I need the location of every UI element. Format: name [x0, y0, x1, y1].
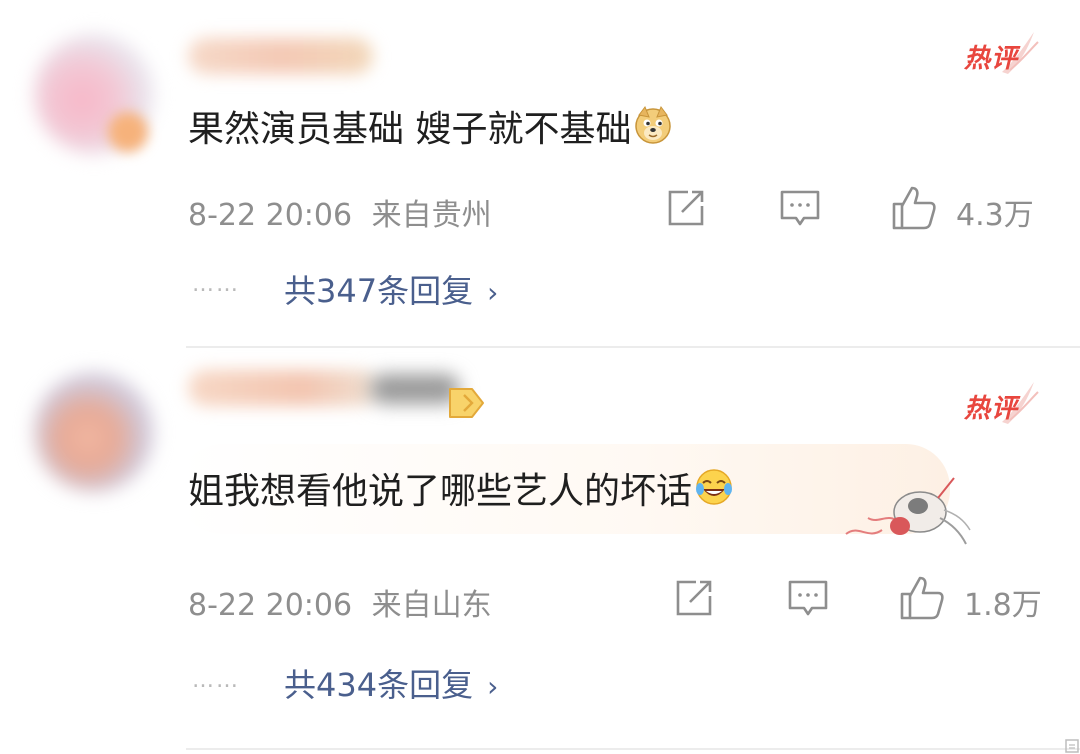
comment-icon[interactable]	[786, 576, 830, 620]
reply-dots: ……	[192, 272, 240, 297]
hot-label: 热评	[964, 44, 1019, 74]
cat-decoration-icon	[845, 477, 971, 545]
chevron-right-icon: ›	[487, 670, 499, 703]
view-replies-link[interactable]: 共434条回复 ›	[284, 660, 498, 706]
username-blurred[interactable]	[188, 38, 373, 74]
watermark-icon	[1065, 739, 1079, 753]
avatar[interactable]	[34, 372, 154, 492]
comment-time: 8-22 20:06	[188, 588, 353, 623]
replies-label: 共434条回复	[284, 666, 474, 704]
comment-text-content: 姐我想看他说了哪些艺人的坏话	[188, 471, 693, 512]
comment-text-content: 果然演员基础 嫂子就不基础	[188, 109, 632, 150]
share-icon[interactable]	[672, 576, 716, 620]
comment-meta: 8-22 20:06 来自贵州	[188, 190, 492, 234]
hot-label: 热评	[964, 394, 1019, 424]
comment-card: 热评 果然演员基础 嫂子就不基础 8-22 20:06 来自贵州 4.3万 ………	[0, 0, 1080, 346]
laugh-tears-emoji-icon	[696, 469, 733, 505]
replies-label: 共347条回复	[284, 272, 474, 310]
like-count: 4.3万	[956, 198, 1034, 233]
thumbs-up-icon[interactable]	[898, 574, 946, 622]
comment-card: 热评 姐我想看他说了哪些艺人的坏话 8-22 20:06 来自山东 1.8万 ……	[0, 348, 1080, 754]
comment-meta: 8-22 20:06 来自山东	[188, 580, 492, 624]
comment-text: 果然演员基础 嫂子就不基础	[188, 100, 673, 152]
username-blurred[interactable]	[188, 370, 378, 406]
hot-comment-tag: 热评	[962, 378, 1042, 428]
username-suffix-blurred	[370, 374, 460, 404]
comment-location: 来自山东	[371, 588, 492, 623]
thumbs-up-icon[interactable]	[890, 184, 938, 232]
like-count: 1.8万	[964, 588, 1042, 623]
share-icon[interactable]	[664, 186, 708, 230]
comment-icon[interactable]	[778, 186, 822, 230]
chevron-right-icon: ›	[487, 276, 499, 309]
comment-divider	[186, 748, 1080, 750]
comment-text: 姐我想看他说了哪些艺人的坏话	[188, 462, 734, 514]
vip-badge-icon	[449, 388, 484, 418]
view-replies-link[interactable]: 共347条回复 ›	[284, 266, 498, 312]
comment-time: 8-22 20:06	[188, 198, 353, 233]
hot-comment-tag: 热评	[962, 28, 1042, 78]
comment-location: 来自贵州	[371, 198, 492, 233]
doge-emoji-icon	[635, 105, 672, 144]
avatar-badge	[108, 112, 148, 152]
reply-dots: ……	[192, 668, 240, 693]
